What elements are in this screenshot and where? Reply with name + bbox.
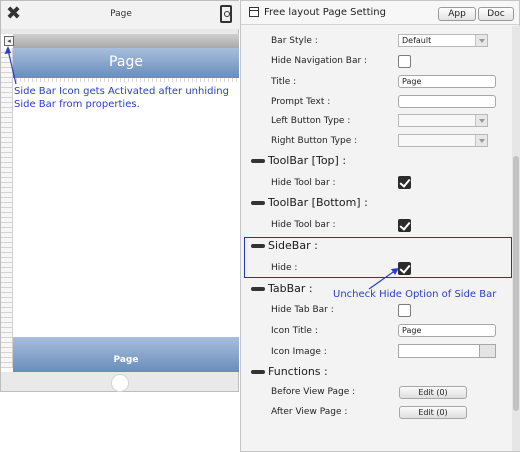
annotation-arrow-right: [368, 268, 399, 290]
bottom-toolbar: Page: [13, 337, 239, 372]
after-view-edit-button[interactable]: Edit (0): [399, 406, 467, 419]
annotation-uncheck-sidebar: Uncheck Hide Option of Side Bar: [333, 289, 497, 300]
icon-image-input[interactable]: [398, 344, 496, 358]
icon-image-label: Icon Image :: [271, 347, 327, 357]
icon-title-label: Icon Title :: [271, 326, 318, 336]
functions-label: Functions :: [268, 365, 328, 378]
before-view-page-label: Before View Page :: [271, 387, 356, 397]
icon-title-input[interactable]: Page: [398, 324, 496, 337]
browse-button[interactable]: [479, 344, 496, 358]
after-view-page-label: After View Page :: [271, 407, 348, 417]
before-view-edit-button[interactable]: Edit (0): [399, 386, 467, 399]
functions-section: Functions :: [251, 365, 328, 378]
toolbar-label: Page: [113, 355, 139, 365]
bullet-icon: [251, 370, 265, 374]
home-button[interactable]: [111, 374, 129, 392]
settings-panel: Free layout Page Setting App Doc Bar Sty…: [240, 0, 520, 452]
hide-tabbar-checkbox[interactable]: [398, 304, 411, 317]
hide-tabbar-label: Hide Tab Bar :: [271, 305, 334, 315]
annotation-sidebar-icon: Side Bar Icon gets Activated after unhid…: [14, 86, 229, 110]
